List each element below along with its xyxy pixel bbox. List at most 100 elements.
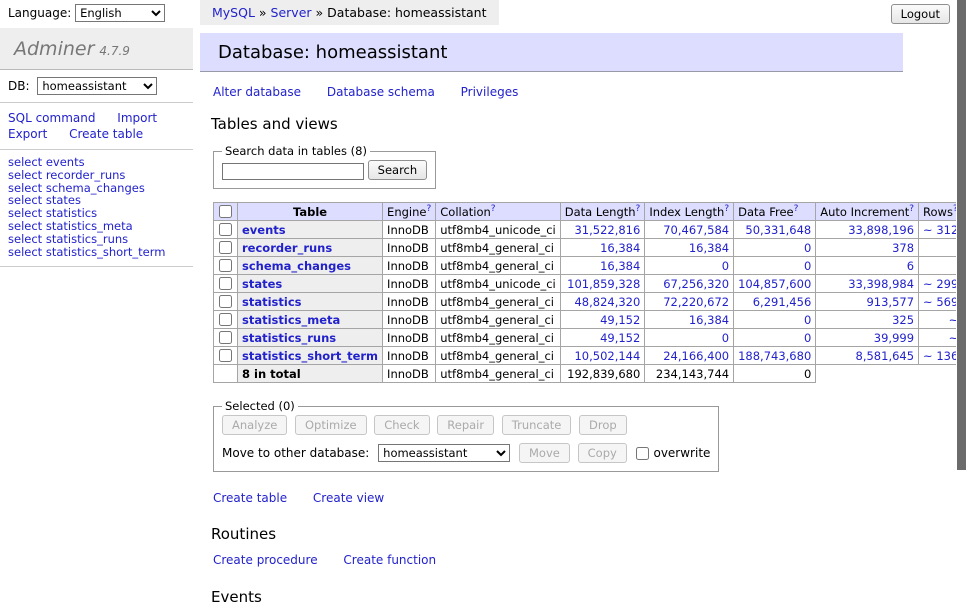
sidebar-select-table-link[interactable]: select recorder_runs <box>8 169 185 182</box>
language-select[interactable]: English <box>75 4 165 22</box>
data-free-cell: 188,743,680 <box>734 347 816 365</box>
table-name-link[interactable]: recorder_runs <box>242 241 332 255</box>
engine-cell: InnoDB <box>383 329 436 347</box>
app-version: 4.7.9 <box>99 44 130 58</box>
privileges-link[interactable]: Privileges <box>461 85 519 99</box>
move-label: Move to other database: <box>222 446 369 460</box>
row-checkbox[interactable] <box>219 223 232 236</box>
row-checkbox[interactable] <box>219 241 232 254</box>
selected-action-button[interactable]: Drop <box>579 415 627 435</box>
data-length-cell: 101,859,328 <box>560 275 645 293</box>
column-header: Auto Increment? <box>816 203 919 221</box>
index-length-cell: 72,220,672 <box>645 293 734 311</box>
table-name-link[interactable]: schema_changes <box>242 259 351 273</box>
create-links: Create table Create view <box>213 491 910 505</box>
sidebar-select-table-link[interactable]: select statistics_meta <box>8 220 185 233</box>
sidebar-actions: SQL command Import Export Create table <box>0 103 193 150</box>
index-length-cell: 70,467,584 <box>645 221 734 239</box>
help-link[interactable]: ? <box>724 204 729 214</box>
auto-increment-cell: 33,898,196 <box>816 221 919 239</box>
sidebar-select-table-link[interactable]: select events <box>8 156 185 169</box>
row-checkbox[interactable] <box>219 349 232 362</box>
table-name-link[interactable]: statistics <box>242 295 302 309</box>
help-link[interactable]: ? <box>636 204 641 214</box>
total-collation-cell: utf8mb4_general_ci <box>436 365 561 383</box>
auto-increment-cell: 325 <box>816 311 919 329</box>
select-all-cell <box>214 203 238 221</box>
sidebar-sql-command-link[interactable]: SQL command <box>8 111 95 125</box>
logout-button[interactable]: Logout <box>891 4 950 24</box>
create-view-link[interactable]: Create view <box>313 491 384 505</box>
table-name-cell: states <box>238 275 383 293</box>
row-checkbox[interactable] <box>219 259 232 272</box>
table-name-link[interactable]: statistics_meta <box>242 313 340 327</box>
breadcrumb-server-link[interactable]: Server <box>271 5 312 20</box>
row-checkbox-cell <box>214 239 238 257</box>
row-checkbox[interactable] <box>219 331 232 344</box>
column-header: Index Length? <box>645 203 734 221</box>
sidebar-export-link[interactable]: Export <box>8 127 47 141</box>
index-length-cell: 24,166,400 <box>645 347 734 365</box>
help-link[interactable]: ? <box>491 204 496 214</box>
collation-cell: utf8mb4_general_ci <box>436 329 561 347</box>
page-title: Database: homeassistant <box>200 33 903 72</box>
help-link[interactable]: ? <box>426 204 431 214</box>
create-table-link[interactable]: Create table <box>213 491 287 505</box>
move-button[interactable]: Move <box>519 443 570 463</box>
alter-database-link[interactable]: Alter database <box>213 85 301 99</box>
table-name-link[interactable]: states <box>242 277 282 291</box>
data-length-cell: 48,824,320 <box>560 293 645 311</box>
tables-overview: Table Engine? Collation? Data Length? In… <box>213 202 966 383</box>
selected-action-button[interactable]: Optimize <box>295 415 367 435</box>
index-length-cell: 0 <box>645 329 734 347</box>
sidebar-select-table-link[interactable]: select statistics_short_term <box>8 246 185 259</box>
copy-button[interactable]: Copy <box>578 443 627 463</box>
row-checkbox-cell <box>214 275 238 293</box>
scrollbar-thumb[interactable] <box>957 0 966 470</box>
data-free-cell: 0 <box>734 257 816 275</box>
auto-increment-cell: 913,577 <box>816 293 919 311</box>
collation-cell: utf8mb4_general_ci <box>436 293 561 311</box>
breadcrumb-mysql-link[interactable]: MySQL <box>212 5 255 20</box>
app-name: Adminer <box>14 38 94 60</box>
selected-action-button[interactable]: Repair <box>437 415 494 435</box>
create-function-link[interactable]: Create function <box>343 553 436 567</box>
selected-action-button[interactable]: Check <box>374 415 429 435</box>
language-bar: Language: English <box>8 4 165 22</box>
search-button[interactable]: Search <box>368 160 428 180</box>
column-header: Collation? <box>436 203 561 221</box>
overwrite-checkbox[interactable] <box>636 447 649 460</box>
table-name-link[interactable]: events <box>242 223 286 237</box>
engine-cell: InnoDB <box>383 311 436 329</box>
help-link[interactable]: ? <box>794 204 799 214</box>
row-checkbox[interactable] <box>219 277 232 290</box>
table-name-link[interactable]: statistics_runs <box>242 331 336 345</box>
search-input[interactable] <box>222 163 364 180</box>
select-all-checkbox[interactable] <box>219 205 232 218</box>
sidebar-create-table-link[interactable]: Create table <box>69 127 143 141</box>
row-checkbox[interactable] <box>219 313 232 326</box>
selected-action-buttons: Analyze Optimize Check Repair Truncate D… <box>222 415 710 435</box>
database-schema-link[interactable]: Database schema <box>327 85 435 99</box>
help-link[interactable]: ? <box>909 204 914 214</box>
create-procedure-link[interactable]: Create procedure <box>213 553 318 567</box>
total-engine-cell: InnoDB <box>383 365 436 383</box>
row-checkbox[interactable] <box>219 295 232 308</box>
sidebar-import-link[interactable]: Import <box>117 111 157 125</box>
move-db-select[interactable]: homeassistant <box>378 444 510 462</box>
selected-action-button[interactable]: Analyze <box>222 415 287 435</box>
engine-cell: InnoDB <box>383 221 436 239</box>
db-select[interactable]: homeassistant <box>37 77 157 95</box>
scrollbar-track[interactable] <box>956 0 966 543</box>
auto-increment-cell: 8,581,645 <box>816 347 919 365</box>
total-label-cell: 8 in total <box>238 365 383 383</box>
selected-action-button[interactable]: Truncate <box>502 415 572 435</box>
row-checkbox-cell <box>214 329 238 347</box>
data-free-cell: 6,291,456 <box>734 293 816 311</box>
index-length-cell: 16,384 <box>645 239 734 257</box>
app-title: Adminer 4.7.9 <box>0 28 193 70</box>
sidebar-select-table-link[interactable]: select statistics_runs <box>8 233 185 246</box>
table-row: recorder_runs InnoDB utf8mb4_general_ci … <box>214 239 966 257</box>
data-length-cell: 16,384 <box>560 257 645 275</box>
table-name-link[interactable]: statistics_short_term <box>242 349 378 363</box>
